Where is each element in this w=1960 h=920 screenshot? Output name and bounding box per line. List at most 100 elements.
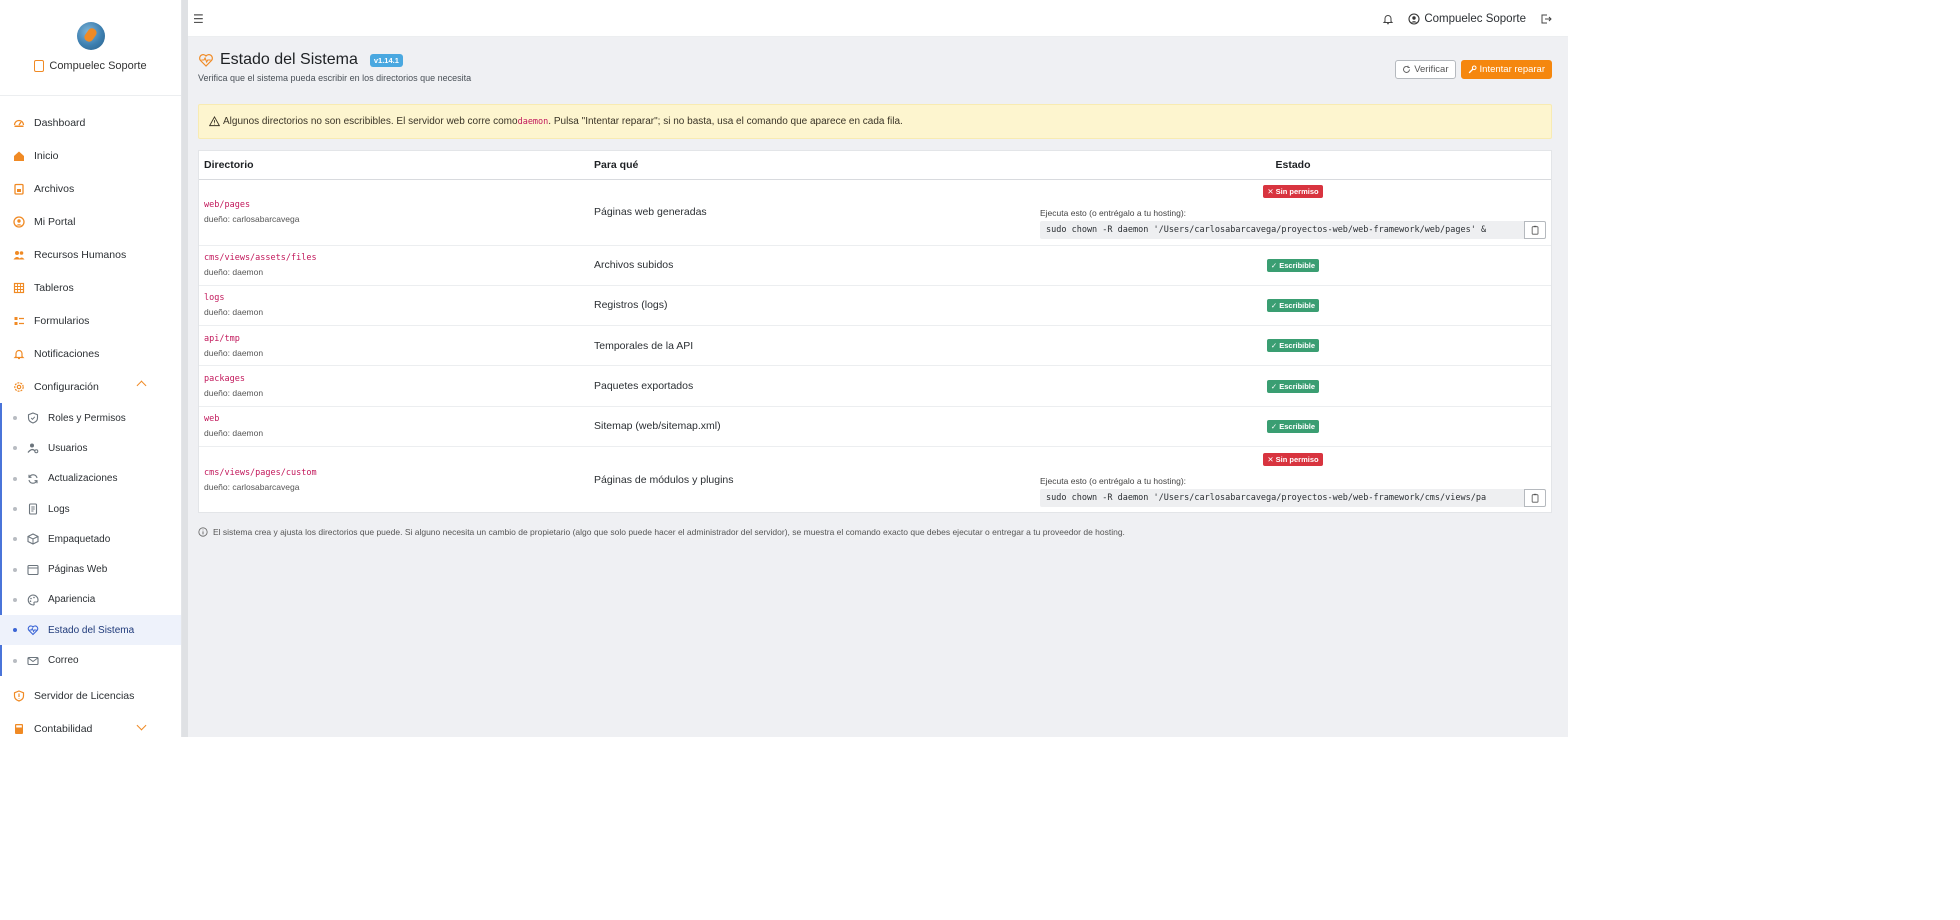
directory-path: cms/views/pages/custom (204, 467, 317, 478)
warning-icon (209, 116, 220, 127)
sidebar-item-apariencia[interactable]: Apariencia (0, 585, 181, 615)
directory-owner: dueño: daemon (204, 428, 264, 439)
config-submenu: Roles y Permisos Usuarios Actualizacione… (0, 403, 181, 676)
sidebar-item-paginas-web[interactable]: Páginas Web (0, 554, 181, 584)
copy-button[interactable] (1524, 221, 1546, 239)
directory-path: web (204, 414, 220, 425)
column-header: Directorio (199, 151, 589, 180)
user-menu[interactable]: Compuelec Soporte (1408, 13, 1526, 25)
status-cell: ✕ Sin permiso Ejecuta esto (o entrégalo a… (1035, 446, 1551, 512)
sidebar-item-inicio[interactable]: Inicio (0, 139, 181, 172)
brand[interactable]: Compuelec Soporte (0, 0, 181, 96)
shield-icon (13, 690, 25, 702)
sidebar-item-archivos[interactable]: Archivos (0, 172, 181, 205)
sidebar-item-correo[interactable]: Correo (0, 645, 181, 675)
sidebar-item-label: Correo (48, 655, 79, 667)
bullet-icon (13, 507, 17, 512)
directory-owner: dueño: daemon (204, 307, 264, 318)
logout-icon[interactable] (1540, 13, 1552, 25)
sidebar-item-tableros[interactable]: Tableros (0, 271, 181, 304)
brand-name-row: Compuelec Soporte (34, 60, 147, 72)
status-label: Escribible (1279, 341, 1316, 351)
copy-button[interactable] (1524, 488, 1546, 507)
command-text[interactable]: sudo chown -R daemon '/Users/carlosabarc… (1040, 221, 1524, 239)
status-label: Escribible (1279, 381, 1316, 391)
sidebar-item-label: Roles y Permisos (48, 412, 126, 424)
sidebar-item-contabilidad[interactable]: Contabilidad (0, 713, 181, 737)
sidebar-item-dashboard[interactable]: Dashboard (0, 106, 181, 139)
sidebar-item-logs[interactable]: Logs (0, 494, 181, 524)
status-badge: ✓ Escribible (1266, 258, 1320, 272)
topbar-actions: Compuelec Soporte (1382, 0, 1552, 37)
sidebar-item-label: Apariencia (48, 594, 96, 606)
command-text[interactable]: sudo chown -R daemon '/Users/carlosabarc… (1040, 488, 1524, 507)
alert-text-before: Algunos directorios no son escribibles. … (223, 116, 518, 127)
repair-button[interactable]: Intentar reparar (1460, 60, 1552, 79)
archive-icon (13, 183, 25, 195)
table-row: logs dueño: daemon Registros (logs) ✓ Escr… (199, 285, 1551, 327)
directory-path: logs (204, 293, 225, 304)
status-label: Sin permiso (1275, 454, 1319, 464)
column-header: Para qué (589, 151, 1035, 180)
sidebar-item-configuracion[interactable]: Configuración (0, 370, 181, 403)
directory-path: web/pages (204, 200, 251, 210)
sidebar-item-formularios[interactable]: Formularios (0, 304, 181, 337)
refresh-icon (27, 473, 39, 485)
status-badge: ✕ Sin permiso (1263, 185, 1323, 198)
sidebar-item-estado-sistema[interactable]: Estado del Sistema (0, 615, 181, 646)
sidebar-item-empaquetado[interactable]: Empaquetado (0, 524, 181, 554)
bullet-icon (13, 537, 17, 542)
check-icon: ✓ (1270, 260, 1278, 270)
table-row: api/tmp dueño: daemon Temporales de la AP… (199, 325, 1551, 367)
sidebar-item-label: Notificaciones (34, 347, 100, 360)
directory-path: api/tmp (204, 333, 240, 344)
bullet-icon (13, 597, 17, 602)
chevron-up-icon[interactable] (136, 380, 147, 391)
bell-icon (13, 348, 25, 360)
sidebar-item-usuarios[interactable]: Usuarios (0, 433, 181, 463)
alert-text-after: . Pulsa "Intentar reparar"; si no basta,… (548, 116, 903, 127)
page-subtitle: Verifica que el sistema pueda escribir e… (198, 73, 472, 83)
table-row: packages dueño: daemon Paquetes exportado… (199, 365, 1551, 407)
directory-purpose: Paquetes exportados (589, 365, 1035, 407)
calculator-icon (13, 723, 25, 735)
directory-purpose: Páginas web generadas (589, 179, 1035, 246)
status-cell: ✓ Escribible (1035, 245, 1551, 286)
bell-icon[interactable] (1382, 13, 1394, 25)
warning-alert: Algunos directorios no son escribibles. … (198, 104, 1552, 139)
sidebar-item-roles-permisos[interactable]: Roles y Permisos (0, 403, 181, 433)
sidebar-item-label: Recursos Humanos (34, 248, 127, 261)
sidebar-item-label: Dashboard (34, 116, 86, 129)
directory-owner: dueño: daemon (204, 267, 264, 278)
status-badge: ✓ Escribible (1266, 419, 1320, 433)
verify-label: Verificar (1414, 64, 1449, 75)
user-circle-icon (1408, 12, 1420, 25)
sidebar-item-actualizaciones[interactable]: Actualizaciones (0, 464, 181, 494)
directory-path: cms/views/assets/files (204, 253, 317, 264)
sidebar-item-recursos-humanos[interactable]: Recursos Humanos (0, 238, 181, 271)
sidebar-item-label: Mi Portal (34, 215, 76, 228)
sidebar-item-label: Configuración (34, 380, 99, 393)
sidebar-item-label: Servidor de Licencias (34, 690, 135, 703)
sidebar-item-label: Tableros (34, 281, 74, 294)
chevron-down-icon[interactable] (136, 720, 147, 731)
home-icon (13, 150, 25, 162)
status-cell: ✓ Escribible (1035, 285, 1551, 327)
verify-button[interactable]: Verificar (1395, 60, 1456, 79)
sidebar-item-mi-portal[interactable]: Mi Portal (0, 205, 181, 238)
bullet-icon (13, 628, 17, 633)
sidebar-item-label: Actualizaciones (48, 473, 118, 485)
status-badge: ✕ Sin permiso (1263, 452, 1323, 466)
sidebar-item-servidor-licencias[interactable]: Servidor de Licencias (0, 680, 181, 713)
bullet-icon (13, 416, 17, 421)
title-row: Estado del Sistema v1.14.1 (198, 51, 471, 69)
status-label: Escribible (1279, 421, 1316, 431)
menu-toggle-icon[interactable]: ☰ (193, 12, 204, 26)
browser-icon (27, 564, 39, 576)
table-row: cms/views/assets/files dueño: daemon Arch… (199, 245, 1551, 286)
page-header: Estado del Sistema v1.14.1 Verifica que … (198, 51, 471, 83)
sidebar-item-notificaciones[interactable]: Notificaciones (0, 337, 181, 370)
box-icon (27, 533, 39, 545)
command-row: sudo chown -R daemon '/Users/carlosabarc… (1040, 488, 1546, 507)
directory-purpose: Temporales de la API (589, 325, 1035, 367)
